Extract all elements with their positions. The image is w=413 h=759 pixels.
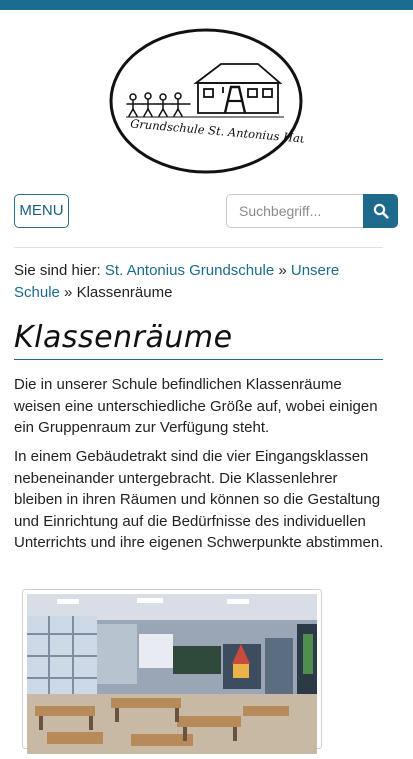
breadcrumb-link-home[interactable]: St. Antonius Grundschule xyxy=(105,262,274,279)
page-title: Klassenräume xyxy=(14,318,383,360)
classroom-photo-frame[interactable] xyxy=(22,589,322,754)
breadcrumb-current: Klassenräume xyxy=(76,284,173,301)
search-icon xyxy=(373,203,389,219)
classroom-photo xyxy=(27,594,317,754)
school-logo-image: Grundschule St. Antonius Hau xyxy=(109,28,304,174)
search-input[interactable] xyxy=(226,194,363,228)
breadcrumb-separator: » xyxy=(278,262,287,279)
menu-button[interactable]: MENU xyxy=(14,194,69,228)
breadcrumb-separator: » xyxy=(64,284,73,301)
header-divider xyxy=(14,247,383,248)
breadcrumb: Sie sind hier: St. Antonius Grundschule … xyxy=(14,260,384,304)
breadcrumb-prefix: Sie sind hier: xyxy=(14,262,101,279)
content-paragraph: Die in unserer Schule befindlichen Klass… xyxy=(14,376,378,436)
search-button[interactable] xyxy=(363,194,398,228)
top-bar xyxy=(0,0,413,10)
content-paragraph: In einem Gebäudetrakt sind die vier Eing… xyxy=(14,448,384,551)
